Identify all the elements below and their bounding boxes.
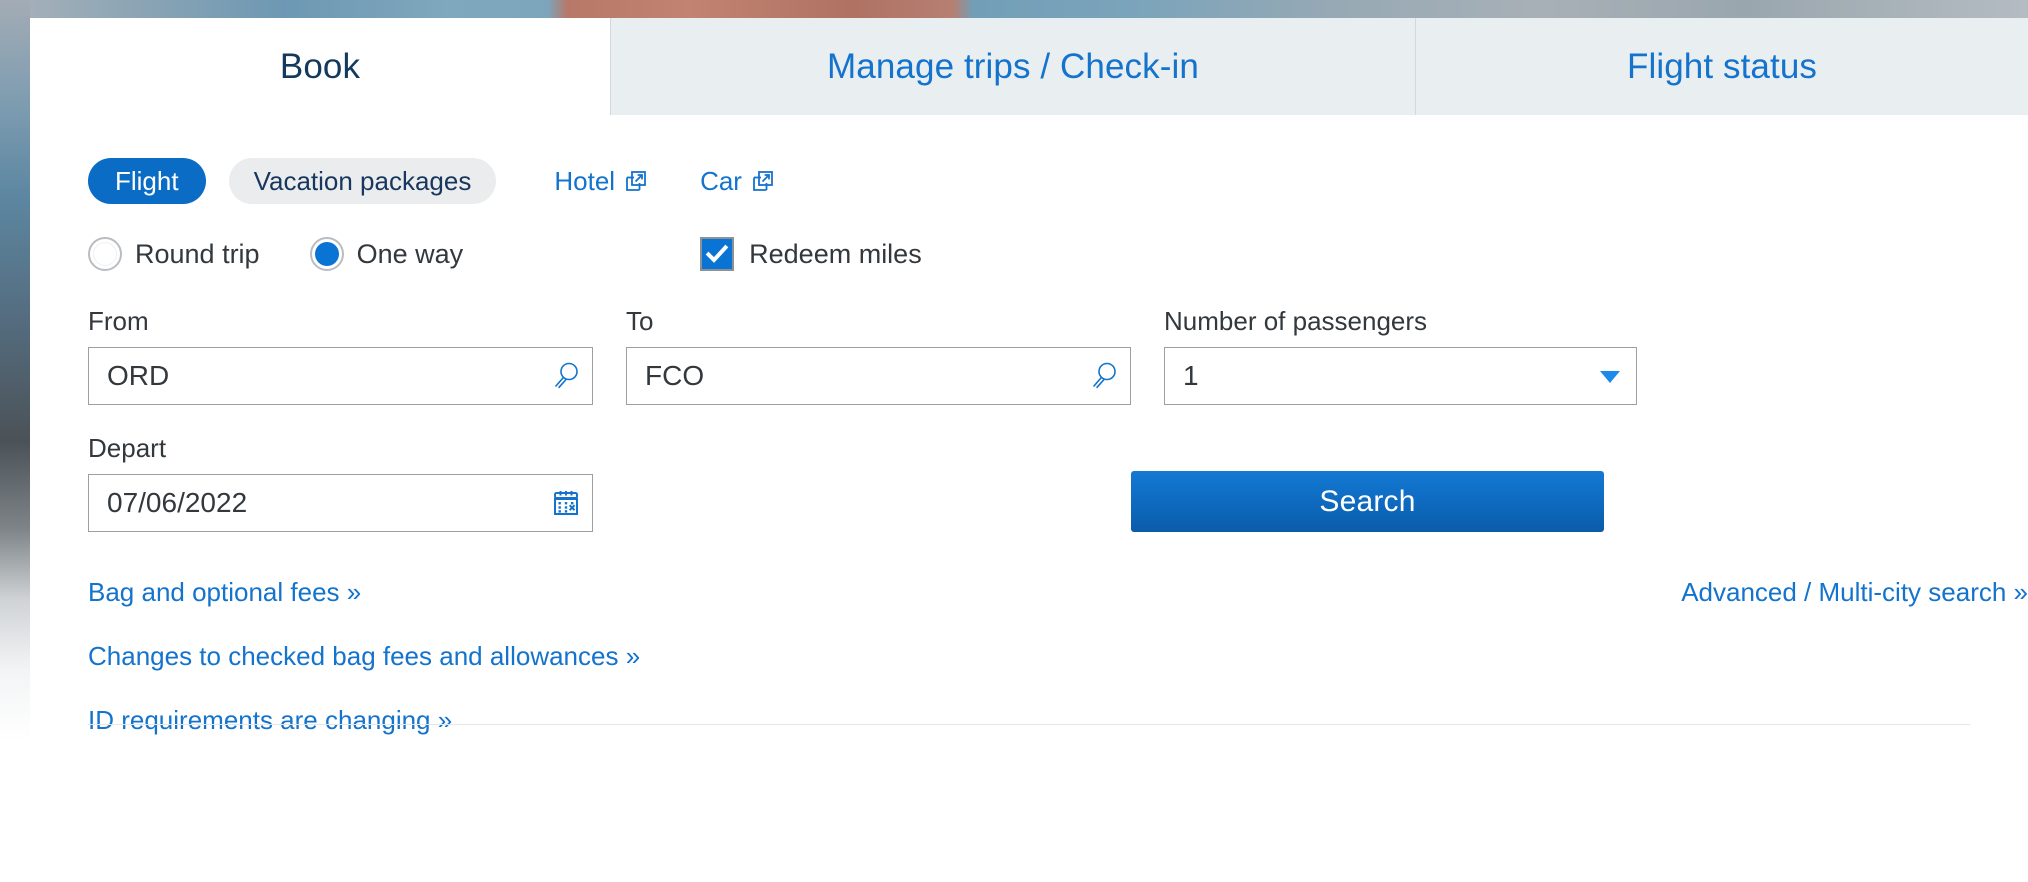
link-id-requirements-changing[interactable]: ID requirements are changing » — [88, 705, 452, 736]
label-depart: Depart — [88, 433, 593, 464]
radio-round-trip[interactable]: Round trip — [88, 237, 260, 271]
pill-flight[interactable]: Flight — [88, 158, 206, 204]
link-hotel-label: Hotel — [554, 166, 615, 197]
checkbox-redeem-miles-indicator — [700, 237, 734, 271]
tab-book[interactable]: Book — [30, 18, 610, 115]
fields-row-1: From ORD To — [88, 306, 2028, 405]
pill-flight-label: Flight — [115, 166, 179, 197]
field-group-from: From ORD — [88, 306, 593, 405]
link-bag-and-optional-fees[interactable]: Bag and optional fees » — [88, 577, 361, 608]
link-car-label: Car — [700, 166, 742, 197]
pill-vacation-packages-label: Vacation packages — [254, 166, 472, 197]
to-input[interactable]: FCO — [627, 360, 1078, 392]
trip-options-row: Round trip One way Redeem miles — [88, 232, 2028, 276]
search-icon[interactable] — [1078, 359, 1130, 393]
radio-one-way[interactable]: One way — [310, 237, 464, 271]
to-input-wrapper[interactable]: FCO — [626, 347, 1131, 405]
tab-manage-trips[interactable]: Manage trips / Check-in — [610, 18, 1415, 115]
fields-row-2: Depart 07/06/2022 — [88, 433, 2028, 532]
radio-one-way-label: One way — [357, 239, 464, 270]
checkbox-redeem-miles-label: Redeem miles — [749, 239, 922, 270]
from-input-wrapper[interactable]: ORD — [88, 347, 593, 405]
pill-vacation-packages[interactable]: Vacation packages — [229, 158, 497, 204]
checkbox-redeem-miles[interactable]: Redeem miles — [700, 237, 922, 271]
product-type-row: Flight Vacation packages Hotel — [88, 158, 2028, 204]
page-root: Book Manage trips / Check-in Flight stat… — [0, 0, 2028, 882]
radio-round-trip-label: Round trip — [135, 239, 260, 270]
external-link-icon — [751, 169, 775, 193]
label-passengers: Number of passengers — [1164, 306, 1637, 337]
link-hotel[interactable]: Hotel — [554, 166, 648, 197]
radio-round-trip-indicator — [88, 237, 122, 271]
field-group-to: To FCO — [626, 306, 1131, 405]
passengers-select-wrapper[interactable]: 1 — [1164, 347, 1637, 405]
link-advanced-multi-city-search[interactable]: Advanced / Multi-city search » — [1681, 577, 2028, 608]
link-changes-to-checked-bag-fees[interactable]: Changes to checked bag fees and allowanc… — [88, 641, 640, 672]
depart-input-wrapper[interactable]: 07/06/2022 — [88, 474, 593, 532]
tab-flight-status[interactable]: Flight status — [1415, 18, 2028, 115]
footer-links-inner: Bag and optional fees » Changes to check… — [88, 577, 2028, 736]
search-button[interactable]: Search — [1131, 471, 1604, 532]
from-input[interactable]: ORD — [89, 360, 540, 392]
tab-flight-status-label: Flight status — [1627, 47, 1817, 87]
field-group-passengers: Number of passengers 1 — [1164, 306, 1637, 405]
depart-date-input[interactable]: 07/06/2022 — [89, 487, 540, 519]
tab-book-label: Book — [280, 47, 360, 87]
footer-links-area: Bag and optional fees » Changes to check… — [88, 577, 2028, 747]
label-to: To — [626, 306, 1131, 337]
calendar-icon[interactable] — [540, 487, 592, 519]
tab-bar: Book Manage trips / Check-in Flight stat… — [30, 18, 2028, 115]
booking-widget-card: Book Manage trips / Check-in Flight stat… — [30, 18, 2028, 856]
bottom-divider — [88, 724, 1970, 725]
field-group-depart: Depart 07/06/2022 — [88, 433, 593, 532]
tab-manage-trips-label: Manage trips / Check-in — [827, 47, 1199, 87]
search-icon[interactable] — [540, 359, 592, 393]
chevron-down-icon[interactable] — [1584, 362, 1636, 390]
hero-background-left-strip — [0, 0, 30, 882]
external-link-icon — [624, 169, 648, 193]
link-car[interactable]: Car — [700, 166, 775, 197]
label-from: From — [88, 306, 593, 337]
booking-form: Flight Vacation packages Hotel — [30, 158, 2028, 747]
passengers-select-value[interactable]: 1 — [1165, 360, 1584, 392]
radio-one-way-indicator — [310, 237, 344, 271]
